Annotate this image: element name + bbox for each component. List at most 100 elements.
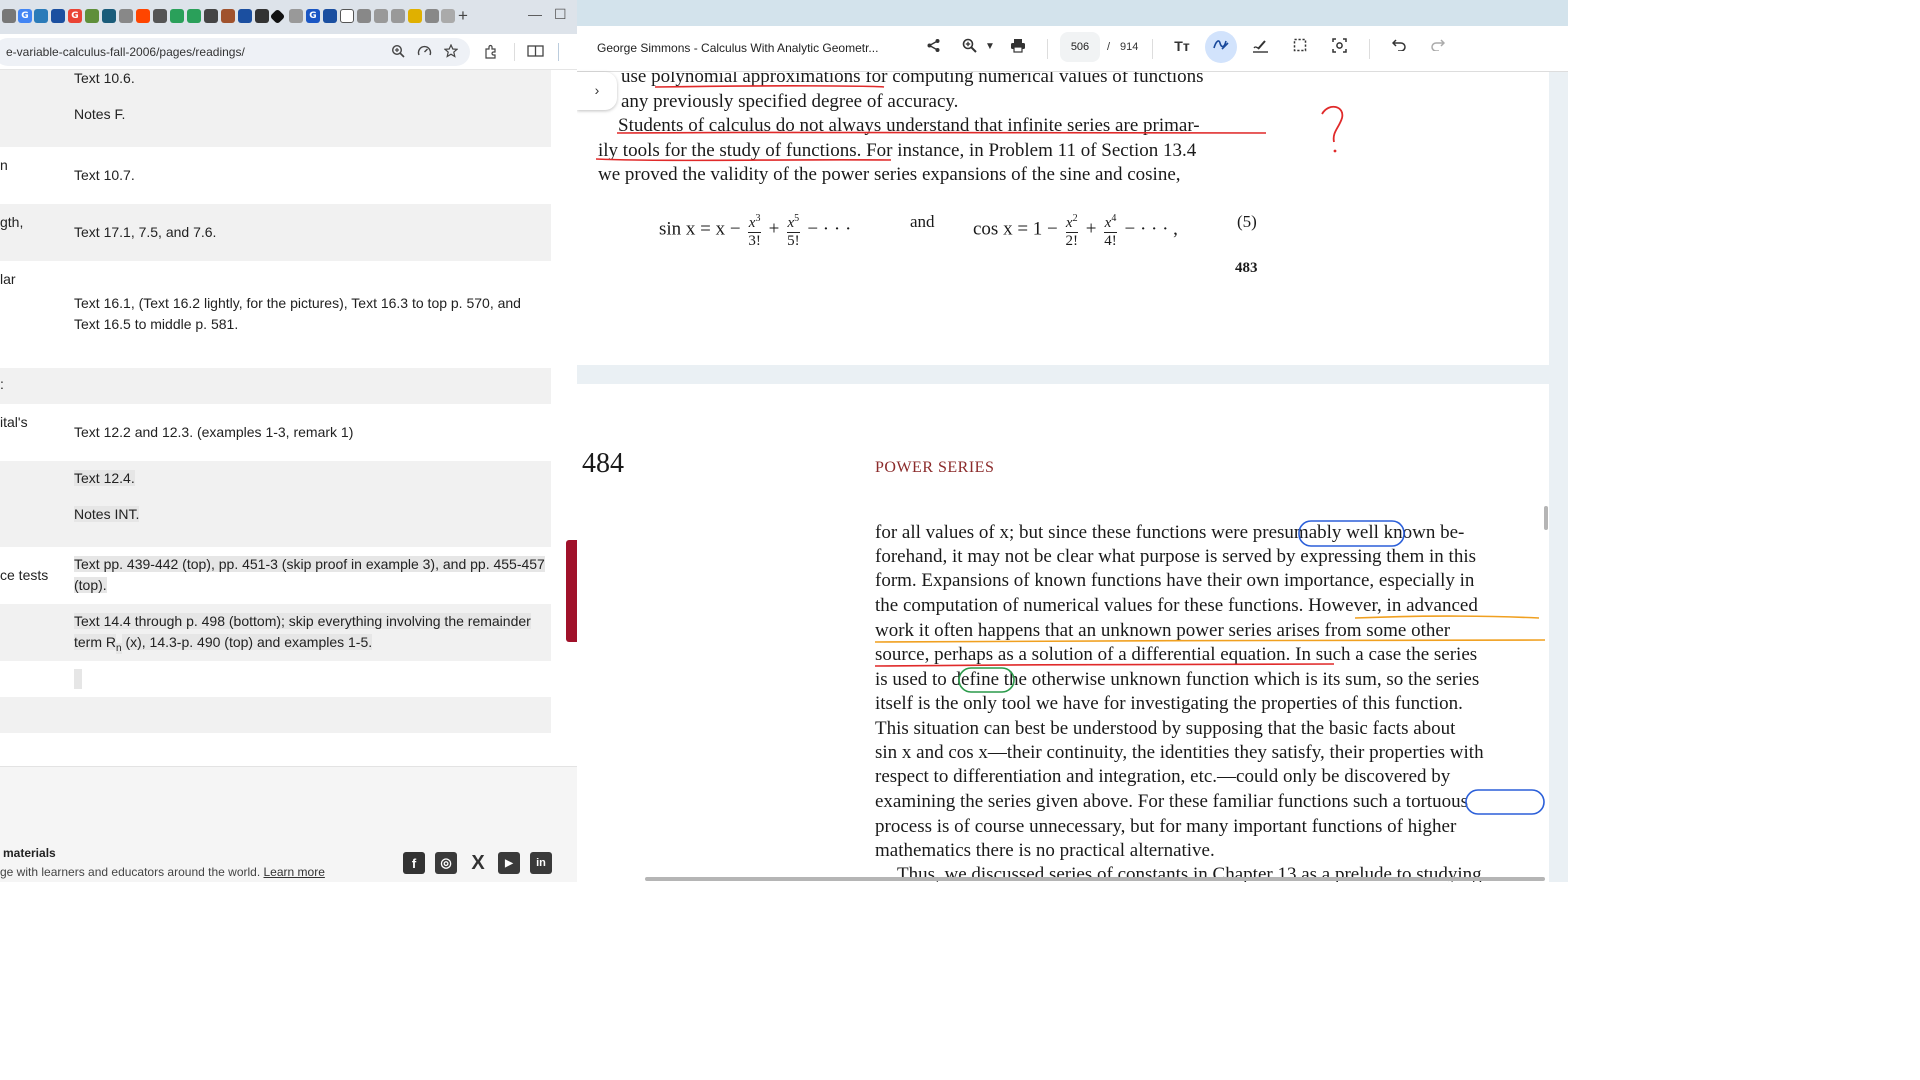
total-pages: 914: [1120, 41, 1139, 53]
table-row: :: [0, 368, 551, 404]
browser-window: G G G + — ☐ e-variable-calculus-fall-200…: [0, 0, 577, 882]
zoom-in-icon[interactable]: [959, 38, 979, 57]
highlighter-icon[interactable]: [1250, 38, 1270, 57]
feedback-tab[interactable]: [566, 540, 577, 642]
tab-favicon[interactable]: G: [18, 9, 32, 23]
minimize-button[interactable]: —: [528, 6, 542, 22]
tab-favicon[interactable]: [119, 9, 133, 23]
viewer-top-stripe: [577, 0, 1568, 26]
page-separator: /: [1107, 41, 1111, 53]
reading-text: Text 17.1, 7.5, and 7.6.: [74, 224, 217, 240]
session-title: ce tests: [0, 567, 49, 583]
tab-favicon[interactable]: [255, 9, 269, 23]
session-title: :: [0, 376, 4, 392]
reading-text: Notes F.: [74, 106, 126, 122]
divider: [1369, 39, 1370, 59]
reading-text: Text 10.7.: [74, 167, 135, 183]
pdf-toolbar: George Simmons - Calculus With Analytic …: [577, 26, 1568, 72]
reading-text: Text pp. 439-442 (top), pp. 451-3 (skip …: [74, 556, 545, 593]
bookmark-star-icon[interactable]: [443, 43, 459, 61]
pdf-page-483: use polynomial approximations for comput…: [577, 72, 1549, 365]
tab-favicon[interactable]: [441, 9, 455, 23]
chevron-down-icon[interactable]: ▼: [980, 41, 1000, 52]
screenshot-search-icon[interactable]: [1329, 38, 1349, 57]
tab-favicon[interactable]: [221, 9, 235, 23]
tab-favicon[interactable]: [391, 9, 405, 23]
x-twitter-icon[interactable]: X: [467, 852, 489, 874]
redo-icon[interactable]: [1428, 38, 1448, 55]
page-number-input[interactable]: 506: [1060, 32, 1100, 62]
tab-favicon[interactable]: [340, 9, 354, 23]
performance-icon[interactable]: [417, 44, 432, 61]
tab-favicon[interactable]: G: [306, 9, 320, 23]
tab-favicon[interactable]: [408, 9, 422, 23]
tab-favicon[interactable]: [2, 9, 16, 23]
table-row: Text 12.4. Notes INT.: [0, 461, 551, 547]
footer-heading: materials: [3, 846, 56, 860]
draw-tool-icon[interactable]: [1205, 31, 1237, 63]
tab-favicon[interactable]: [102, 9, 116, 23]
empty-cell: [74, 669, 82, 689]
reading-text: (x), 14.3-p. 490 (top) and examples 1-5.: [121, 634, 373, 650]
session-title: n: [0, 157, 8, 173]
youtube-icon[interactable]: ▶: [498, 852, 520, 874]
undo-icon[interactable]: [1389, 38, 1409, 55]
zoom-icon[interactable]: [391, 44, 405, 61]
linkedin-icon[interactable]: in: [530, 852, 552, 874]
divider: [558, 43, 559, 61]
sidebar-toggle-button[interactable]: ›: [577, 72, 617, 110]
tab-favicon[interactable]: [238, 9, 252, 23]
tab-favicon[interactable]: [323, 9, 337, 23]
tab-favicon[interactable]: [374, 9, 388, 23]
selection-box-icon[interactable]: [1290, 38, 1310, 56]
reading-text: Text 12.2 and 12.3. (examples 1-3, remar…: [74, 424, 354, 440]
tab-favicon[interactable]: [187, 9, 201, 23]
divider: [1047, 39, 1048, 59]
tab-strip: G G G + — ☐: [0, 0, 577, 34]
pdf-page-484: 484 POWER SERIES for all values of x; bu…: [577, 384, 1549, 882]
table-row: ce tests Text pp. 439-442 (top), pp. 451…: [0, 547, 551, 604]
tab-favicon[interactable]: [34, 9, 48, 23]
reading-mode-icon[interactable]: [527, 44, 544, 61]
tab-favicon[interactable]: [425, 9, 439, 23]
session-title: gth,: [0, 214, 24, 230]
tab-favicon[interactable]: [204, 9, 218, 23]
new-tab-button[interactable]: +: [458, 6, 468, 26]
tab-favicon[interactable]: [170, 9, 184, 23]
reading-text: Text 10.6.: [74, 70, 135, 86]
table-row: n Text 10.7.: [0, 147, 551, 204]
equation-and: and: [910, 212, 935, 231]
tab-favicon[interactable]: [269, 8, 286, 25]
vertical-scrollbar[interactable]: [1544, 506, 1548, 530]
ink-annotations: [595, 85, 1344, 162]
equation-number: (5): [1237, 212, 1257, 231]
session-title: ital's: [0, 414, 28, 430]
equation-sin: sin x = x − x3 3! + x5 5! − · · ·: [659, 213, 852, 249]
facebook-icon[interactable]: f: [403, 852, 425, 874]
instagram-icon[interactable]: ◎: [435, 852, 457, 874]
maximize-button[interactable]: ☐: [554, 6, 567, 23]
tab-favicon[interactable]: [153, 9, 167, 23]
tab-favicon[interactable]: [289, 9, 303, 23]
footer-text: ge with learners and educators around th…: [0, 865, 325, 879]
divider: [514, 43, 515, 61]
table-row: ital's Text 12.2 and 12.3. (examples 1-3…: [0, 404, 551, 461]
extensions-icon[interactable]: [484, 44, 499, 62]
page-footer: materials ge with learners and educators…: [0, 766, 577, 882]
text-size-icon[interactable]: Tт: [1172, 38, 1192, 54]
session-title: lar: [0, 271, 16, 287]
table-row: [0, 697, 551, 733]
tab-favicon[interactable]: [85, 9, 99, 23]
tab-favicon[interactable]: G: [68, 9, 82, 23]
page-number: 483: [1235, 260, 1258, 276]
learn-more-link[interactable]: Learn more: [264, 865, 325, 879]
tab-favicon[interactable]: [51, 9, 65, 23]
print-icon[interactable]: [1008, 38, 1028, 57]
tab-favicon[interactable]: [357, 9, 371, 23]
tab-favicon[interactable]: [136, 9, 150, 23]
reading-text: Text 16.1, (Text 16.2 lightly, for the p…: [74, 295, 521, 332]
horizontal-scrollbar[interactable]: [645, 877, 1545, 881]
table-row: lar Text 16.1, (Text 16.2 lightly, for t…: [0, 261, 551, 368]
address-bar-area: e-variable-calculus-fall-2006/pages/read…: [0, 34, 577, 70]
share-icon[interactable]: [923, 38, 943, 57]
